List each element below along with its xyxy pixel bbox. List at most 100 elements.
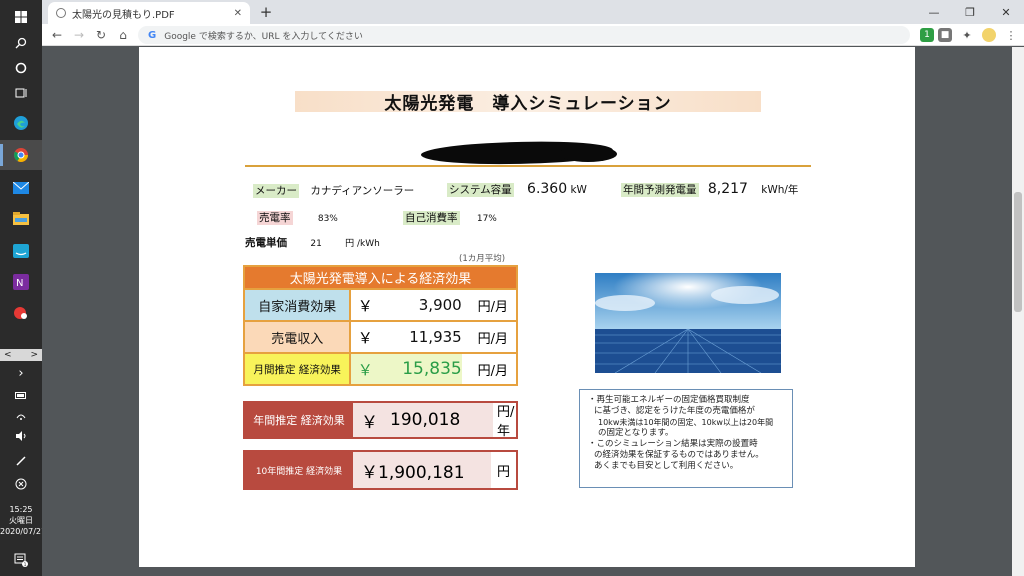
address-placeholder: Google で検索するか、URL を入力してください — [164, 31, 363, 42]
yearly-effect-label: 年間推定 経済効果 — [245, 403, 353, 437]
browser-toolbar: ← → ↻ ⌂ G Google で検索するか、URL を入力してください 1 … — [42, 24, 1024, 46]
monthly-avg-note: (1カ月平均) — [459, 254, 506, 264]
sell-rate-label: 売電率 — [257, 211, 293, 225]
menu-icon[interactable]: ⋮ — [1004, 28, 1018, 42]
window-controls: — ❐ ✕ — [916, 0, 1024, 24]
sell-rate-value: 83% — [317, 214, 338, 224]
windows-taskbar: N < > › 15:25 火曜日 2020/07/21 1 — [0, 0, 47, 576]
table-row: 月間推定 経済効果 ￥ 15,835 円/月 — [245, 352, 516, 384]
extension-badge-icon[interactable]: 1 — [920, 28, 934, 42]
unit: 円/月 — [477, 331, 509, 347]
divider — [245, 165, 811, 167]
svg-text:N: N — [16, 278, 23, 289]
clock-time: 15:25 — [9, 505, 33, 514]
edge-icon[interactable] — [0, 108, 42, 138]
reload-button[interactable]: ↻ — [92, 26, 110, 44]
note-line: に基づき、認定をうけた年度の売電価格が — [594, 406, 755, 416]
solar-panel-image — [595, 273, 781, 373]
tab-strip: 太陽光の見積もり.PDF ✕ + — ❐ ✕ — [42, 0, 1024, 24]
close-circle-icon[interactable] — [0, 469, 42, 499]
tab-pdf[interactable]: 太陽光の見積もり.PDF ✕ — [48, 2, 250, 24]
notification-icon[interactable]: 1 — [0, 545, 42, 575]
scroll-thumb[interactable] — [1014, 192, 1022, 312]
yearly-effect-unit: 円/年 — [497, 405, 515, 439]
table-row: 自家消費効果 ￥ 3,900 円/月 — [245, 288, 516, 320]
monthly-effect-label: 月間推定 経済効果 — [245, 354, 352, 384]
unit-price-row: 売電単価 21 円 /kWh — [245, 235, 380, 250]
new-tab-button[interactable]: + — [256, 3, 276, 21]
file-explorer-icon[interactable] — [0, 203, 42, 233]
yen-sign: ￥ — [351, 354, 379, 384]
extension-icon[interactable]: ■ — [938, 28, 952, 42]
self-use-row: 自己消費率 17% — [403, 210, 497, 225]
unit-price-unit: 円 /kWh — [345, 239, 380, 249]
redaction-mark-tail — [559, 146, 617, 162]
chrome-icon[interactable] — [0, 140, 42, 170]
annual-gen-row: 年間予測発電量 8,217 kWh/年 — [621, 181, 798, 197]
app-icon[interactable] — [0, 298, 42, 328]
unit: 円/月 — [477, 363, 509, 379]
annual-gen-unit: kWh/年 — [761, 184, 799, 196]
annual-gen-label: 年間予測発電量 — [621, 183, 699, 197]
close-window-button[interactable]: ✕ — [988, 0, 1024, 24]
forward-button[interactable]: → — [70, 26, 88, 44]
unit-price-value: 21 — [310, 239, 322, 249]
note-line: あくまでも目安として利用ください。 — [594, 461, 739, 471]
table-row: 売電収入 ￥ 11,935 円/月 — [245, 320, 516, 352]
restore-button[interactable]: ❐ — [952, 0, 988, 24]
taskbar-clock[interactable]: 15:25 火曜日 2020/07/21 — [0, 504, 47, 537]
yearly-effect-main: ￥ 190,018 — [353, 403, 493, 437]
annual-gen-value: 8,217 — [707, 181, 748, 197]
document-title: 太陽光発電 導入シミュレーション — [295, 91, 761, 114]
capacity-value: 6.360 — [527, 181, 568, 197]
minimize-button[interactable]: — — [916, 0, 952, 24]
amazon-icon[interactable] — [0, 236, 42, 266]
disclaimer-note: ・再生可能エネルギーの固定価格買取制度 に基づき、認定をうけた年度の売電価格が … — [579, 389, 793, 488]
economic-effect-table: 太陽光発電導入による経済効果 自家消費効果 ￥ 3,900 円/月 売電収入 ￥… — [243, 265, 518, 386]
back-button[interactable]: ← — [48, 26, 66, 44]
self-use-label: 自己消費率 — [403, 211, 460, 225]
yearly-effect-value: 190,018 — [390, 410, 461, 430]
maker-label: メーカー — [253, 184, 299, 198]
unit-price-label: 売電単価 — [245, 237, 287, 249]
monthly-effect-value: 15,835 — [378, 354, 462, 384]
pdf-viewer: 太陽光発電 導入シミュレーション メーカー カナディアンソーラー システム容量 … — [42, 47, 1024, 576]
close-icon[interactable]: ✕ — [234, 8, 242, 19]
sell-income-value: 11,935 — [409, 328, 462, 346]
task-view-icon[interactable] — [0, 78, 42, 108]
sell-rate-row: 売電率 83% — [257, 210, 338, 225]
unit: 円/月 — [477, 299, 509, 315]
viewer-scrollbar[interactable] — [1012, 47, 1024, 576]
capacity-row: システム容量 6.360 kW — [447, 181, 587, 197]
onenote-icon[interactable]: N — [0, 267, 42, 297]
effect-header: 太陽光発電導入による経済効果 — [245, 267, 516, 288]
clock-date: 2020/07/21 — [0, 527, 47, 536]
ten-year-effect-unit: 円 — [497, 464, 511, 480]
maker-value: カナディアンソーラー — [310, 185, 415, 197]
pdf-page: 太陽光発電 導入シミュレーション メーカー カナディアンソーラー システム容量 … — [139, 47, 915, 567]
note-line: ・再生可能エネルギーの固定価格買取制度 — [588, 395, 750, 405]
address-bar[interactable]: G Google で検索するか、URL を入力してください — [138, 26, 910, 44]
ten-year-effect-box: 10年間推定 経済効果 ￥1,900,181 円 — [243, 450, 518, 490]
globe-icon — [56, 8, 66, 18]
capacity-label: システム容量 — [447, 183, 514, 197]
home-button[interactable]: ⌂ — [114, 26, 132, 44]
sell-income-label: 売電収入 — [245, 322, 352, 352]
yen-sign: ￥ — [357, 328, 373, 347]
yen-sign: ￥ — [357, 296, 373, 315]
note-line: ・このシミュレーション結果は実際の設置時 — [588, 439, 758, 449]
yen-sign: ￥ — [361, 412, 378, 433]
ten-year-effect-label: 10年間推定 経済効果 — [245, 452, 353, 488]
note-line: の固定となります。 — [598, 428, 674, 438]
mail-icon[interactable] — [0, 173, 42, 203]
puzzle-icon[interactable]: ✦ — [960, 28, 974, 42]
note-line: の経済効果を保証するものではありません。 — [594, 450, 764, 460]
maker-row: メーカー カナディアンソーラー — [253, 183, 414, 198]
avatar[interactable] — [982, 28, 996, 42]
yearly-effect-box: 年間推定 経済効果 ￥ 190,018 円/年 — [243, 401, 518, 439]
ten-year-effect-value: ￥1,900,181 — [353, 452, 491, 488]
self-use-effect-label: 自家消費効果 — [245, 290, 352, 320]
clock-day: 火曜日 — [9, 516, 33, 525]
tab-title: 太陽光の見積もり.PDF — [72, 9, 175, 21]
extension-badge-count: 1 — [924, 30, 930, 40]
